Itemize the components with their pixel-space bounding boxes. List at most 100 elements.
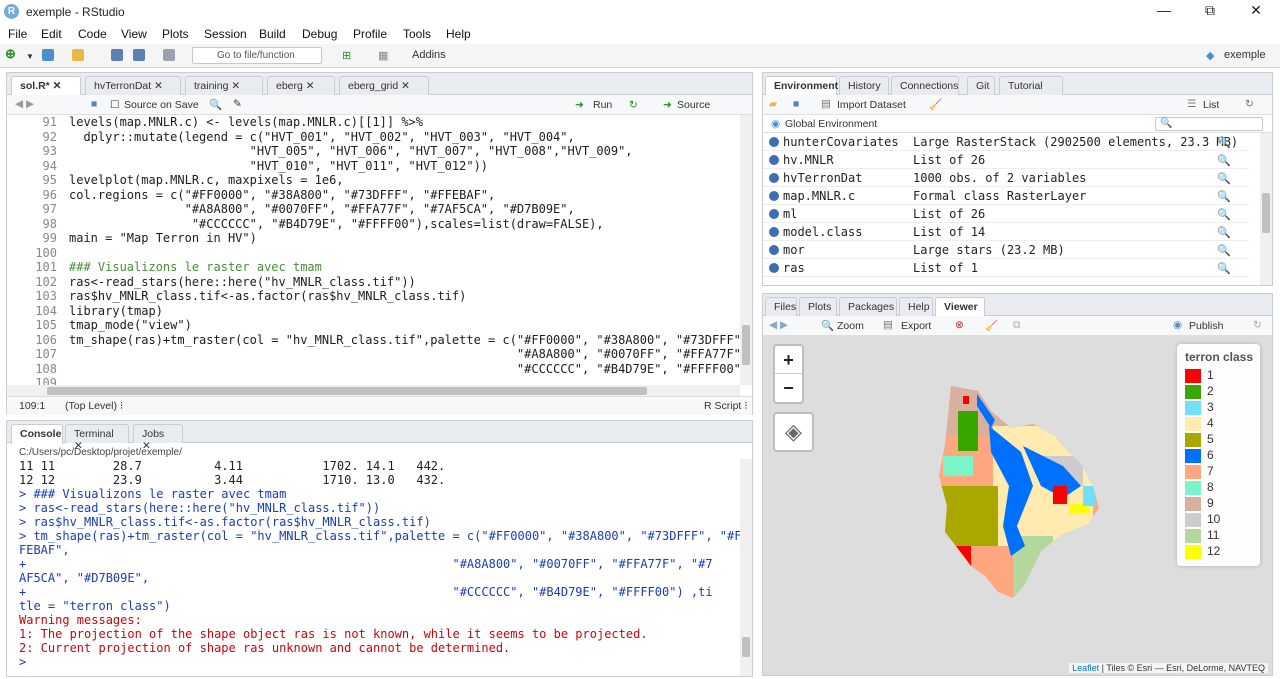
env-row[interactable]: hvTerronDat 1000 obs. of 2 variables 🔍 [763,169,1249,187]
code-editor[interactable]: 91 levels(map.MNLR.c) <- levels(map.MNLR.… [7,115,740,385]
refresh-icon[interactable]: ↻ [1245,98,1254,110]
tab-packages[interactable]: Packages [839,297,897,316]
tab-plots[interactable]: Plots [799,297,837,316]
console-output[interactable]: 11 11 28.7 4.11 1702. 14.1 442. 12 12 23.… [7,459,740,674]
tab-help[interactable]: Help [899,297,933,316]
env-row[interactable]: hunterCovariates Large RasterStack (29025… [763,133,1249,151]
tab-jobs[interactable]: Jobs ✕ [133,424,183,452]
tab-terminal[interactable]: Terminal ✕ [65,424,129,452]
view-data-icon[interactable]: 🔍 [1217,262,1231,275]
publish-button[interactable]: Publish [1189,320,1223,332]
rerun-icon[interactable]: ↻ [629,99,638,111]
tab-viewer[interactable]: Viewer [935,297,985,317]
expand-icon[interactable] [769,155,779,165]
back-arrow-icon[interactable]: ◀ ▶ [15,98,34,110]
view-data-icon[interactable]: 🔍 [1217,172,1231,185]
back-arrow-icon[interactable]: ◀ ▶ [769,319,788,331]
expand-icon[interactable] [769,173,779,183]
open-file-icon[interactable] [72,49,84,63]
project-menu[interactable]: exemple [1224,49,1266,63]
menu-file[interactable]: File [8,27,27,41]
print-icon[interactable] [163,49,175,63]
minimize-button[interactable]: — [1149,2,1179,18]
menu-build[interactable]: Build [259,27,286,41]
file-type-selector[interactable]: R Script ⁝ [704,400,748,412]
env-row[interactable]: ras List of 1 🔍 [763,259,1249,277]
broom-icon[interactable]: 🧹 [929,98,942,111]
env-row[interactable]: hv.MNLR List of 26 🔍 [763,151,1249,169]
menu-debug[interactable]: Debug [302,27,337,41]
view-data-icon[interactable]: 🔍 [1217,154,1231,167]
view-data-icon[interactable]: 🔍 [1217,136,1231,149]
environment-vscrollbar[interactable] [1260,133,1272,285]
tab-console[interactable]: Console [11,424,63,444]
refresh-icon[interactable]: ↻ [1253,319,1262,331]
tab-environment[interactable]: Environment [765,76,838,96]
zoom-button[interactable]: Zoom [837,320,864,332]
tab-hvterrondat[interactable]: hvTerronDat ✕ [85,76,181,95]
tab-tutorial[interactable]: Tutorial [999,76,1063,95]
env-row[interactable]: mor Large stars (23.2 MB) 🔍 [763,241,1249,259]
scope-indicator[interactable]: (Top Level) ⁝ [65,400,123,412]
tab-eberg[interactable]: eberg ✕ [267,76,335,95]
leaflet-link[interactable]: Leaflet [1072,663,1099,673]
console-vscrollbar[interactable] [740,459,752,676]
export-button[interactable]: Export [901,320,931,332]
source-button[interactable]: Source [677,99,710,111]
search-icon[interactable]: 🔍 [209,98,222,111]
tab-git[interactable]: Git [967,76,995,95]
workspace-panes-icon[interactable]: ▦ [378,49,388,63]
view-data-icon[interactable]: 🔍 [1217,190,1231,203]
tab-files[interactable]: Files [765,297,797,316]
wand-icon[interactable]: ✎ [233,98,242,110]
menu-edit[interactable]: Edit [41,27,62,41]
tab-connections[interactable]: Connections [891,76,959,95]
expand-icon[interactable] [769,263,779,273]
editor-vscrollbar[interactable] [740,115,752,385]
close-button[interactable]: ✕ [1241,2,1271,19]
menu-tools[interactable]: Tools [403,27,431,41]
source-on-save-checkbox[interactable]: ☐ [110,99,119,111]
menu-code[interactable]: Code [78,27,107,41]
expand-icon[interactable] [769,227,779,237]
new-file-icon[interactable]: ⊕ [5,46,16,61]
expand-icon[interactable] [769,137,779,147]
stop-icon[interactable]: ⊗ [955,319,964,331]
map-canvas[interactable]: + − ◈ terron class 1 2 3 4 5 6 7 8 9 10 11 12 Leafl… [763,336,1272,675]
expand-icon[interactable] [769,191,779,201]
zoom-in-button[interactable]: + [775,346,802,374]
layers-icon[interactable]: ◈ [773,412,814,452]
save-icon[interactable] [111,49,123,63]
env-row[interactable]: ml List of 26 🔍 [763,205,1249,223]
tab-eberg-grid[interactable]: eberg_grid ✕ [339,76,429,95]
menu-session[interactable]: Session [204,27,247,41]
menu-help[interactable]: Help [446,27,471,41]
restore-button[interactable]: ⧉ [1195,2,1225,19]
environment-search-input[interactable]: 🔍 [1155,117,1263,131]
new-project-icon[interactable] [42,49,54,63]
import-dataset-button[interactable]: Import Dataset [837,99,906,111]
menu-view[interactable]: View [121,27,147,41]
menu-profile[interactable]: Profile [353,27,387,41]
view-data-icon[interactable]: 🔍 [1217,208,1231,221]
environment-scope-select[interactable]: Global Environment [785,118,877,130]
env-row[interactable]: model.class List of 14 🔍 [763,223,1249,241]
zoom-out-button[interactable]: − [775,374,802,402]
tab-sol[interactable]: sol.R* ✕ [11,76,81,96]
save-workspace-icon[interactable]: ■ [793,98,799,110]
expand-icon[interactable] [769,209,779,219]
goto-file-input[interactable]: Go to file/function [192,47,322,64]
vcs-icon[interactable]: ⊞ [342,49,351,63]
broom-icon[interactable]: 🧹 [985,319,998,332]
tab-history[interactable]: History [839,76,889,95]
view-data-icon[interactable]: 🔍 [1217,226,1231,239]
addins-button[interactable]: Addins [412,49,446,63]
open-folder-icon[interactable]: ▰ [769,98,777,110]
env-row[interactable]: map.MNLR.c Formal class RasterLayer 🔍 [763,187,1249,205]
view-data-icon[interactable]: 🔍 [1217,244,1231,257]
view-mode-select[interactable]: List [1203,99,1219,111]
run-button[interactable]: Run [593,99,612,111]
chevron-down-icon[interactable]: ▼ [26,52,34,66]
expand-icon[interactable] [769,245,779,255]
working-directory[interactable]: C:/Users/pc/Desktop/projet/exemple/ [19,447,182,458]
